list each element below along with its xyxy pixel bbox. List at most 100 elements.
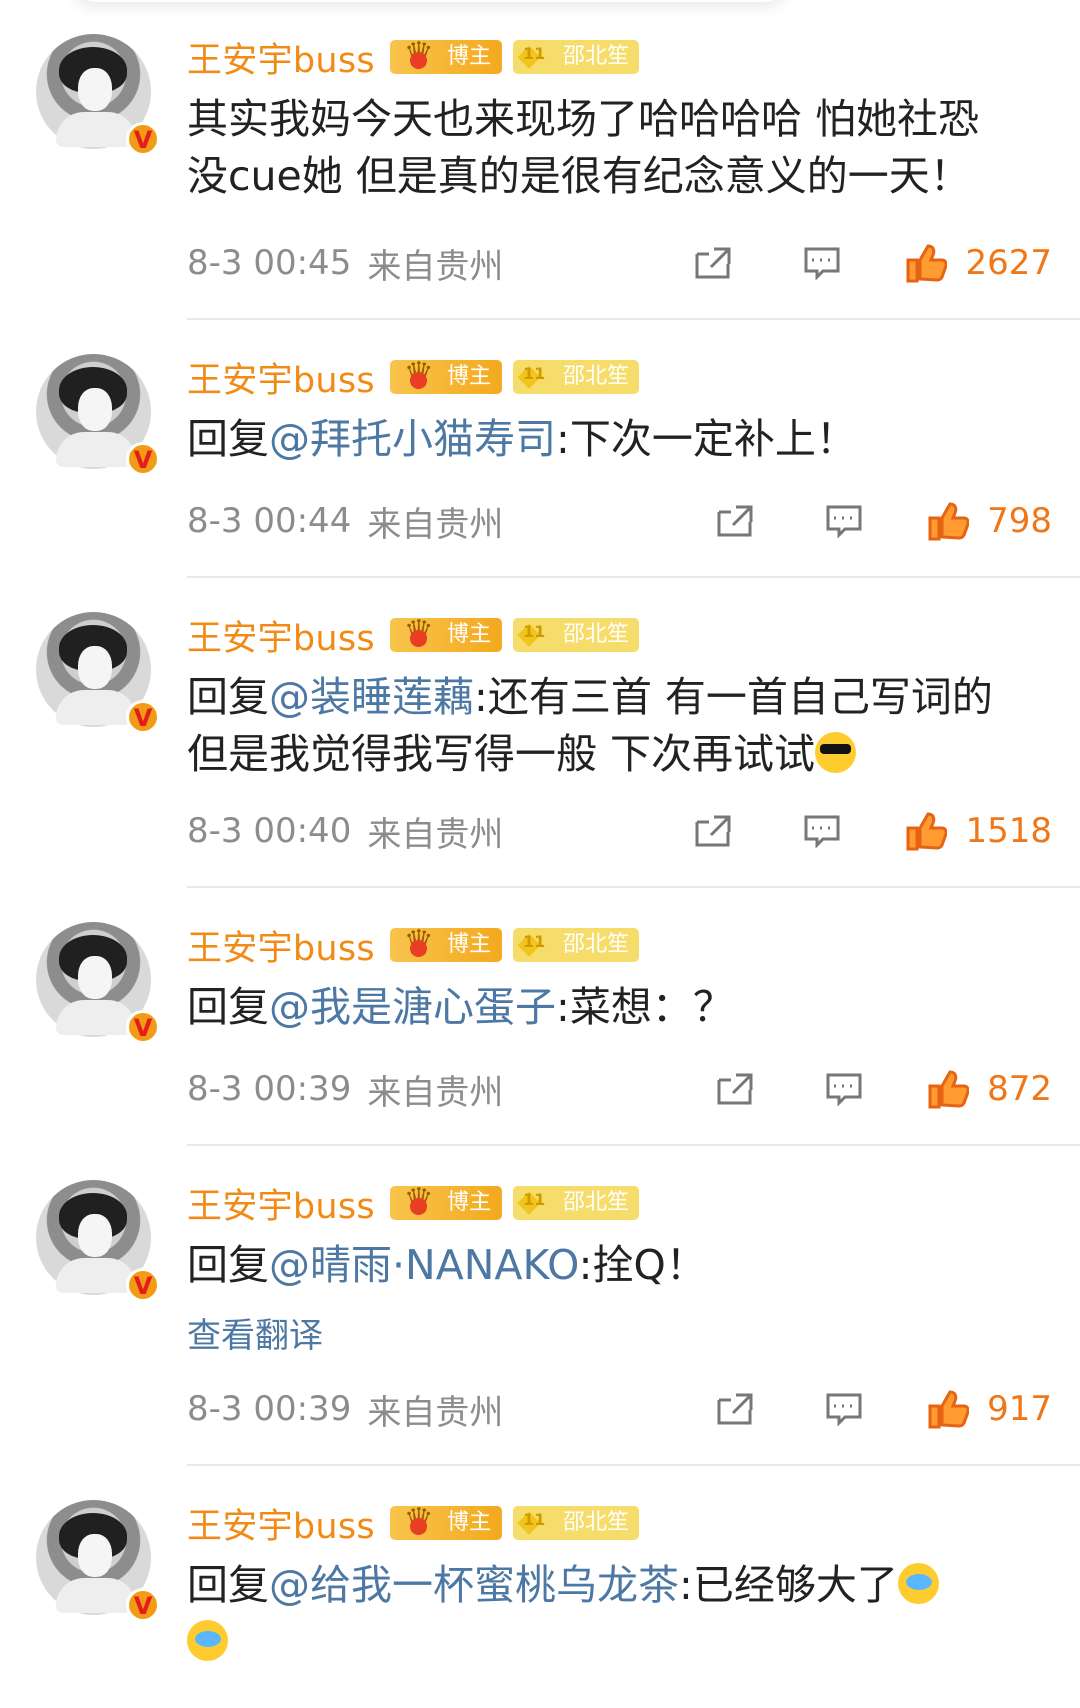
- comment-time: 8-3 00:39: [187, 1389, 352, 1429]
- avatar-body: [56, 690, 136, 725]
- crown-icon: ♛: [388, 922, 434, 966]
- username-link[interactable]: 王安宇buss: [187, 352, 375, 403]
- verified-icon: V: [126, 1010, 160, 1044]
- share-icon[interactable]: [716, 504, 754, 538]
- level-number: 11: [522, 1190, 546, 1209]
- like-count[interactable]: 872: [987, 1069, 1052, 1109]
- avatar-body: [56, 432, 136, 467]
- share-icon[interactable]: [716, 1392, 754, 1426]
- mention-link[interactable]: @晴雨·NANAKO: [269, 1241, 579, 1289]
- reply-prefix: 回复: [187, 673, 269, 721]
- reply-text: :下次一定补上！: [556, 415, 857, 463]
- reply-prefix: 回复: [187, 983, 269, 1031]
- name-row: 王安宇buss ♛ 博主 ◆ 11 邵北笙: [187, 33, 1052, 81]
- comment-content: 王安宇buss ♛ 博主 ◆ 11 邵北笙 回复@给我一杯蜜桃乌龙茶:已经够大了: [187, 1499, 1052, 1671]
- blogger-badge: ♛ 博主: [389, 1501, 502, 1541]
- comment-item: V 王安宇buss ♛ 博主 ◆ 11 邵北笙 回复@装睡莲藕:还有三首 有一首…: [0, 578, 1080, 888]
- avatar[interactable]: V: [36, 612, 160, 734]
- level-name: 邵北笙: [562, 1510, 629, 1535]
- crown-icon: ♛: [388, 354, 434, 398]
- avatar-face: [78, 68, 112, 111]
- comment-meta: 8-3 00:39 来自贵州 872: [187, 1065, 1052, 1113]
- blogger-badge-label: 博主: [446, 932, 491, 957]
- like-count[interactable]: 1518: [965, 811, 1052, 851]
- comment-actions: 2627: [694, 239, 1052, 287]
- comment-actions: 1518: [694, 807, 1052, 855]
- comment-content: 王安宇buss ♛ 博主 ◆ 11 邵北笙 回复@装睡莲藕:还有三首 有一首自己…: [187, 611, 1052, 783]
- avatar[interactable]: V: [36, 354, 160, 476]
- comment-location: 来自贵州: [367, 246, 504, 287]
- comment-location: 来自贵州: [367, 1392, 504, 1433]
- verified-icon: V: [126, 122, 160, 156]
- like-count[interactable]: 798: [987, 501, 1052, 541]
- comment-item: V 王安宇buss ♛ 博主 ◆ 11 邵北笙 其实我妈今天也来现场了哈哈哈哈 …: [0, 0, 1080, 320]
- crown-icon: ♛: [388, 1180, 434, 1224]
- username-link[interactable]: 王安宇buss: [187, 1498, 375, 1549]
- comment-actions: 917: [716, 1385, 1052, 1433]
- name-row: 王安宇buss ♛ 博主 ◆ 11 邵北笙: [187, 611, 1052, 659]
- share-icon[interactable]: [716, 1072, 754, 1106]
- blogger-badge: ♛ 博主: [389, 35, 502, 75]
- level-number: 11: [522, 932, 546, 951]
- name-row: 王安宇buss ♛ 博主 ◆ 11 邵北笙: [187, 1179, 1052, 1227]
- comment-item: V 王安宇buss ♛ 博主 ◆ 11 邵北笙 回复@拜托小猫寿司:下次一定补上…: [0, 320, 1080, 578]
- comment-content: 王安宇buss ♛ 博主 ◆ 11 邵北笙 其实我妈今天也来现场了哈哈哈哈 怕她…: [187, 33, 1052, 205]
- comment-icon[interactable]: [825, 504, 863, 538]
- level-name: 邵北笙: [562, 44, 629, 69]
- avatar-face: [78, 956, 112, 999]
- comment-icon[interactable]: [803, 814, 841, 848]
- translate-link[interactable]: 查看翻译: [187, 1308, 1052, 1357]
- share-icon[interactable]: [694, 246, 732, 280]
- like-icon[interactable]: [927, 1389, 970, 1429]
- blogger-badge-label: 博主: [446, 622, 491, 647]
- like-icon[interactable]: [927, 501, 970, 541]
- like-count[interactable]: 917: [987, 1389, 1052, 1429]
- avatar[interactable]: V: [36, 34, 160, 156]
- comment-text: 回复@晴雨·NANAKO:拴Q！: [187, 1237, 1017, 1294]
- username-link[interactable]: 王安宇buss: [187, 610, 375, 661]
- comment-text: 回复@装睡莲藕:还有三首 有一首自己写词的 但是我觉得我写得一般 下次再试试: [187, 669, 1017, 783]
- name-row: 王安宇buss ♛ 博主 ◆ 11 邵北笙: [187, 353, 1052, 401]
- mention-link[interactable]: @装睡莲藕: [269, 673, 474, 721]
- verified-icon: V: [126, 700, 160, 734]
- avatar-face: [78, 1534, 112, 1577]
- comment-location: 来自贵州: [367, 814, 504, 855]
- crown-icon: ♛: [388, 612, 434, 656]
- comment-icon[interactable]: [825, 1072, 863, 1106]
- comment-location: 来自贵州: [367, 504, 504, 545]
- mention-link[interactable]: @拜托小猫寿司: [269, 415, 556, 463]
- like-count[interactable]: 2627: [965, 243, 1052, 283]
- avatar[interactable]: V: [36, 1500, 160, 1622]
- level-name: 邵北笙: [562, 1190, 629, 1215]
- level-name: 邵北笙: [562, 364, 629, 389]
- comment-item: V 王安宇buss ♛ 博主 ◆ 11 邵北笙 回复@给我一杯蜜桃乌龙茶:已经够…: [0, 1466, 1080, 1686]
- username-link[interactable]: 王安宇buss: [187, 920, 375, 971]
- level-number: 11: [522, 364, 546, 383]
- comment-content: 王安宇buss ♛ 博主 ◆ 11 邵北笙 回复@晴雨·NANAKO:拴Q！ 查…: [187, 1179, 1052, 1357]
- comment-item: V 王安宇buss ♛ 博主 ◆ 11 邵北笙 回复@我是溏心蛋子:菜想：？ 8…: [0, 888, 1080, 1146]
- cool-emoji-icon: [815, 732, 857, 773]
- like-icon[interactable]: [905, 243, 948, 283]
- username-link[interactable]: 王安宇buss: [187, 32, 375, 83]
- level-number: 11: [522, 44, 546, 63]
- verified-icon: V: [126, 442, 160, 476]
- comment-text: 回复@我是溏心蛋子:菜想：？: [187, 979, 1017, 1036]
- mention-link[interactable]: @给我一杯蜜桃乌龙茶: [269, 1561, 679, 1609]
- comment-icon[interactable]: [803, 246, 841, 280]
- comment-text: 回复@拜托小猫寿司:下次一定补上！: [187, 411, 1017, 468]
- reply-prefix: 回复: [187, 415, 269, 463]
- like-icon[interactable]: [927, 1069, 970, 1109]
- share-icon[interactable]: [694, 814, 732, 848]
- avatar-face: [78, 388, 112, 431]
- username-link[interactable]: 王安宇buss: [187, 1178, 375, 1229]
- comment-time: 8-3 00:39: [187, 1069, 352, 1109]
- avatar[interactable]: V: [36, 1180, 160, 1302]
- blogger-badge-label: 博主: [446, 1510, 491, 1535]
- avatar[interactable]: V: [36, 922, 160, 1044]
- level-number: 11: [522, 622, 546, 641]
- comment-icon[interactable]: [825, 1392, 863, 1426]
- mention-link[interactable]: @我是溏心蛋子: [269, 983, 556, 1031]
- like-icon[interactable]: [905, 811, 948, 851]
- comment-meta: 8-3 00:45 来自贵州 2627: [187, 239, 1052, 287]
- comment-time: 8-3 00:44: [187, 501, 352, 541]
